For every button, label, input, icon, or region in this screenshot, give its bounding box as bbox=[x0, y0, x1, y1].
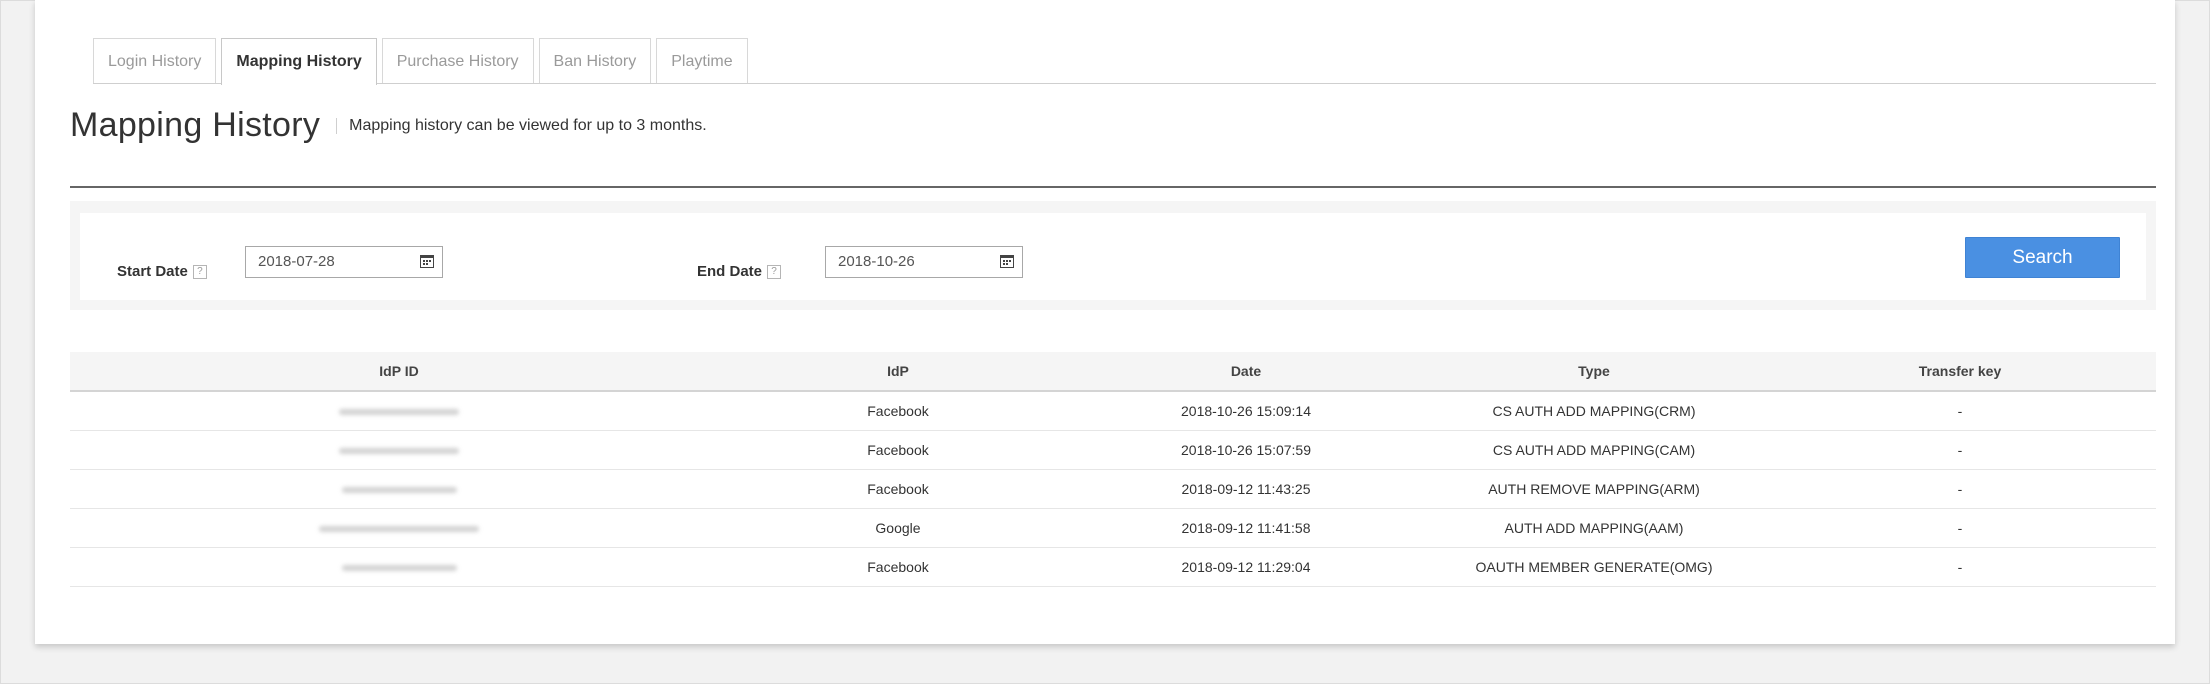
idp-cell: Google bbox=[728, 508, 1068, 548]
help-icon[interactable]: ? bbox=[192, 264, 207, 279]
table-row: Facebook 2018-10-26 15:07:59 CS AUTH ADD… bbox=[70, 430, 2156, 470]
start-date-input[interactable]: 2018-07-28 bbox=[245, 246, 443, 278]
type-cell: CS AUTH ADD MAPPING(CRM) bbox=[1424, 391, 1764, 431]
end-date-value: 2018-10-26 bbox=[838, 253, 915, 270]
idp-cell: Facebook bbox=[728, 430, 1068, 470]
type-cell: AUTH ADD MAPPING(AAM) bbox=[1424, 508, 1764, 548]
tab-playtime[interactable]: Playtime bbox=[656, 38, 748, 83]
end-date-input[interactable]: 2018-10-26 bbox=[825, 246, 1023, 278]
help-icon[interactable]: ? bbox=[767, 264, 782, 279]
redacted-id bbox=[341, 565, 457, 572]
end-date-label: End Date ? bbox=[697, 263, 782, 280]
transfer-key-cell: - bbox=[1764, 508, 2156, 548]
content-panel: Login History Mapping History Purchase H… bbox=[35, 0, 2175, 644]
date-cell: 2018-10-26 15:07:59 bbox=[1068, 430, 1424, 470]
title-row: Mapping History Mapping history can be v… bbox=[70, 106, 707, 145]
page-title: Mapping History bbox=[70, 106, 321, 144]
date-cell: 2018-09-12 11:41:58 bbox=[1068, 508, 1424, 548]
date-cell: 2018-10-26 15:09:14 bbox=[1068, 391, 1424, 431]
tab-ban-history[interactable]: Ban History bbox=[538, 38, 652, 83]
type-cell: AUTH REMOVE MAPPING(ARM) bbox=[1424, 469, 1764, 509]
column-header-idp-id: IdP ID bbox=[70, 352, 728, 392]
calendar-icon[interactable] bbox=[420, 255, 434, 268]
search-button[interactable]: Search bbox=[1965, 237, 2120, 278]
redacted-id bbox=[341, 487, 457, 494]
idp-id-cell bbox=[70, 430, 728, 470]
idp-cell: Facebook bbox=[728, 391, 1068, 431]
start-date-label: Start Date ? bbox=[117, 263, 207, 280]
column-header-type: Type bbox=[1424, 352, 1764, 392]
redacted-id bbox=[319, 526, 479, 533]
transfer-key-cell: - bbox=[1764, 391, 2156, 431]
start-date-label-text: Start Date bbox=[117, 263, 188, 280]
table-row: Facebook 2018-10-26 15:09:14 CS AUTH ADD… bbox=[70, 391, 2156, 431]
column-header-date: Date bbox=[1068, 352, 1424, 392]
table-row: Facebook 2018-09-12 11:43:25 AUTH REMOVE… bbox=[70, 469, 2156, 509]
redacted-id bbox=[339, 448, 459, 455]
page-subtitle: Mapping history can be viewed for up to … bbox=[349, 116, 707, 134]
transfer-key-cell: - bbox=[1764, 469, 2156, 509]
column-header-transfer-key: Transfer key bbox=[1764, 352, 2156, 392]
mapping-history-table: IdP ID IdP Date Type Transfer key Facebo… bbox=[70, 352, 2156, 587]
title-divider bbox=[70, 186, 2156, 188]
date-cell: 2018-09-12 11:43:25 bbox=[1068, 469, 1424, 509]
date-cell: 2018-09-12 11:29:04 bbox=[1068, 547, 1424, 587]
table-header-row: IdP ID IdP Date Type Transfer key bbox=[70, 352, 2156, 392]
history-tabs: Login History Mapping History Purchase H… bbox=[93, 38, 748, 85]
tab-login-history[interactable]: Login History bbox=[93, 38, 217, 83]
title-separator bbox=[336, 117, 338, 134]
transfer-key-cell: - bbox=[1764, 430, 2156, 470]
idp-id-cell bbox=[70, 547, 728, 587]
end-date-label-text: End Date bbox=[697, 263, 763, 280]
tab-mapping-history[interactable]: Mapping History bbox=[221, 38, 377, 85]
idp-cell: Facebook bbox=[728, 547, 1068, 587]
idp-id-cell bbox=[70, 469, 728, 509]
type-cell: OAUTH MEMBER GENERATE(OMG) bbox=[1424, 547, 1764, 587]
start-date-value: 2018-07-28 bbox=[258, 253, 335, 270]
transfer-key-cell: - bbox=[1764, 547, 2156, 587]
table-row: Google 2018-09-12 11:41:58 AUTH ADD MAPP… bbox=[70, 508, 2156, 548]
idp-id-cell bbox=[70, 391, 728, 431]
calendar-icon[interactable] bbox=[1000, 255, 1014, 268]
idp-id-cell bbox=[70, 508, 728, 548]
tab-purchase-history[interactable]: Purchase History bbox=[381, 38, 534, 83]
idp-cell: Facebook bbox=[728, 469, 1068, 509]
tabs-divider bbox=[93, 83, 2156, 84]
redacted-id bbox=[339, 409, 459, 416]
column-header-idp: IdP bbox=[728, 352, 1068, 392]
type-cell: CS AUTH ADD MAPPING(CAM) bbox=[1424, 430, 1764, 470]
table-row: Facebook 2018-09-12 11:29:04 OAUTH MEMBE… bbox=[70, 547, 2156, 587]
